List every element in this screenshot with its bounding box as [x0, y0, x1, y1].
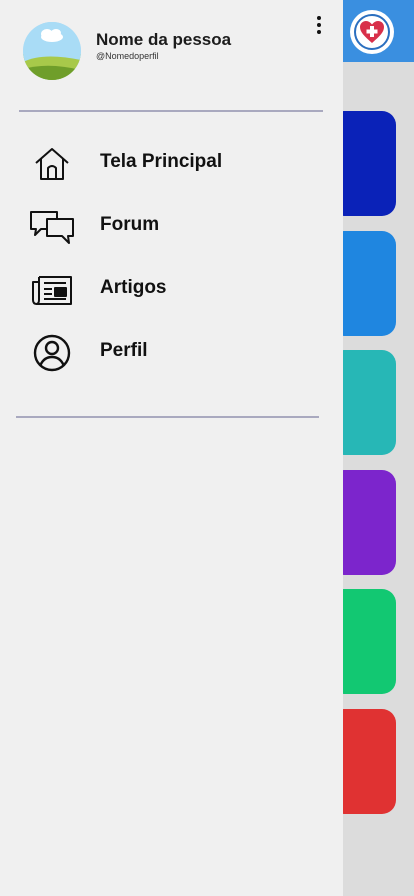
menu-item-label: Perfil	[100, 340, 148, 361]
heart-cross-icon	[354, 14, 390, 50]
user-name: Nome da pessoa	[96, 30, 232, 49]
app-logo[interactable]	[350, 10, 394, 54]
divider	[19, 110, 323, 112]
menu-item-forum[interactable]: Forum	[0, 198, 343, 254]
landscape-avatar-icon	[23, 22, 81, 80]
chat-bubbles-icon	[29, 207, 75, 247]
user-circle-icon	[29, 333, 75, 373]
more-options-icon[interactable]	[311, 14, 327, 36]
user-handle: @Nomedoperfil	[96, 51, 159, 61]
home-icon	[29, 144, 75, 184]
newspaper-icon	[29, 270, 75, 310]
menu-item-label: Artigos	[100, 277, 167, 298]
avatar[interactable]	[23, 22, 81, 80]
menu-item-label: Tela Principal	[100, 151, 223, 172]
menu-item-perfil[interactable]: Perfil	[0, 324, 343, 380]
menu-item-artigos[interactable]: Artigos	[0, 261, 343, 317]
menu-item-tela-principal[interactable]: Tela Principal	[0, 135, 343, 191]
menu-item-label: Forum	[100, 214, 160, 235]
divider	[16, 416, 319, 418]
navigation-drawer: Nome da pessoa @Nomedoperfil Tela Princi…	[0, 0, 343, 896]
